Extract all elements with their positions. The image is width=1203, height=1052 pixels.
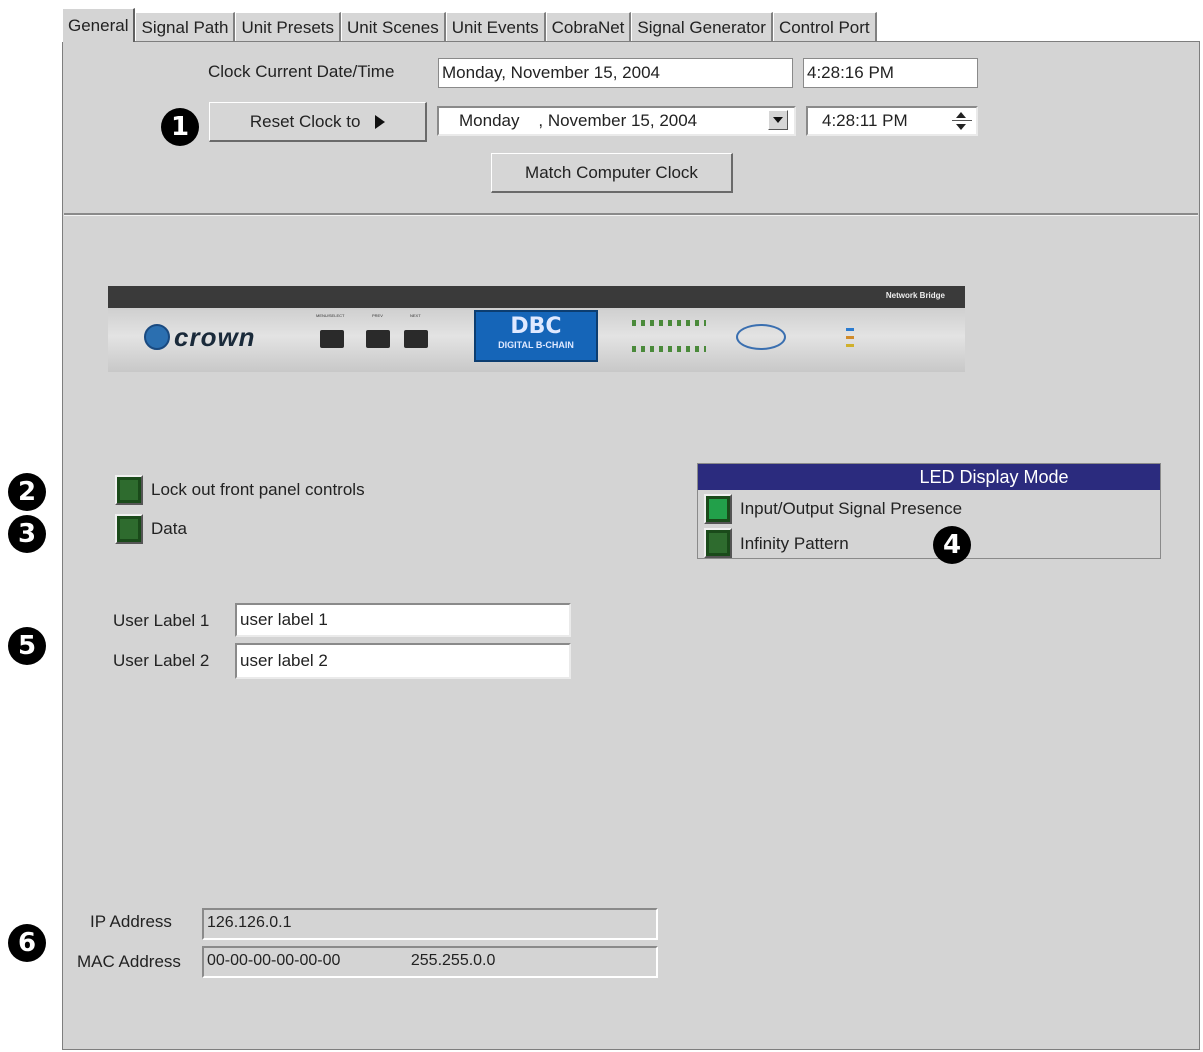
clock-current-label: Clock Current Date/Time — [208, 62, 395, 81]
ip-address-field: 126.126.0.1 — [202, 908, 658, 940]
callout-2: 2 — [8, 473, 46, 511]
tab-unit-scenes[interactable]: Unit Scenes — [341, 12, 446, 42]
led-infinity-pattern-option[interactable] — [704, 528, 732, 558]
status-led-icon — [846, 344, 854, 347]
tab-control-port[interactable]: Control Port — [772, 12, 877, 42]
device-brand: crown — [174, 322, 256, 352]
led-signal-presence-option[interactable] — [704, 494, 732, 524]
led-infinity-pattern-label: Infinity Pattern — [740, 534, 849, 553]
match-computer-clock-button[interactable]: Match Computer Clock — [491, 153, 733, 193]
user-label-2-caption: User Label 2 — [113, 651, 210, 670]
play-arrow-icon — [375, 115, 386, 129]
reset-time-value: 4:28:11 PM — [822, 111, 908, 130]
tab-signal-path[interactable]: Signal Path — [135, 12, 236, 42]
user-label-1-input[interactable]: user label 1 — [235, 603, 571, 637]
data-label: Data — [151, 519, 187, 538]
ddc-logo-icon — [736, 324, 786, 350]
spinner-divider — [952, 120, 972, 121]
user-label-1-caption: User Label 1 — [113, 611, 210, 630]
reset-date-picker[interactable]: Monday , November 15, 2004 — [437, 106, 796, 136]
device-display: DBC DIGITAL B-CHAIN — [474, 310, 598, 362]
led-signal-presence-label: Input/Output Signal Presence — [740, 499, 963, 518]
tab-unit-presets[interactable]: Unit Presets — [235, 12, 342, 42]
current-time-field[interactable]: 4:28:16 PM — [803, 58, 978, 88]
lock-front-panel-label: Lock out front panel controls — [151, 480, 365, 499]
status-led-icon — [846, 328, 854, 331]
device-btn-label-3: NEXT — [410, 313, 421, 318]
device-front-panel: Network Bridge crown MENU/SELECT PREV NE… — [108, 286, 965, 372]
data-checkbox[interactable] — [115, 514, 143, 544]
callout-4: 4 — [933, 526, 971, 564]
status-led-icon — [846, 336, 854, 339]
tab-bar: General Signal Path Unit Presets Unit Sc… — [62, 8, 877, 42]
ip-address-label: IP Address — [90, 912, 172, 931]
callout-3: 3 — [8, 515, 46, 553]
device-btn-label-1: MENU/SELECT — [316, 313, 345, 318]
reset-date-value: Monday , November 15, 2004 — [459, 111, 698, 130]
device-button-icon — [320, 330, 344, 348]
tab-signal-generator[interactable]: Signal Generator — [631, 12, 773, 42]
callout-5: 5 — [8, 627, 46, 665]
callout-6: 6 — [8, 924, 46, 962]
user-label-2-input[interactable]: user label 2 — [235, 643, 571, 679]
spinner-down-icon[interactable] — [956, 124, 966, 130]
chevron-down-icon — [773, 117, 783, 123]
device-display-top: DBC — [510, 314, 562, 339]
mac-address-label: MAC Address — [77, 952, 181, 971]
led-display-mode-title: LED Display Mode — [698, 464, 1160, 490]
led-meter-icon — [632, 320, 706, 326]
device-button-icon — [366, 330, 390, 348]
device-button-icon — [404, 330, 428, 348]
subnet-mask-value: 255.255.0.0 — [410, 952, 496, 969]
mac-address-field: 00-00-00-00-00-00 255.255.0.0 — [202, 946, 658, 978]
reset-clock-button[interactable]: Reset Clock to — [209, 102, 427, 142]
callout-1: 1 — [161, 108, 199, 146]
date-dropdown-button[interactable] — [768, 110, 788, 130]
tab-unit-events[interactable]: Unit Events — [445, 12, 546, 42]
tab-general[interactable]: General — [62, 8, 136, 42]
device-tag: Network Bridge — [885, 291, 945, 300]
reset-clock-label: Reset Clock to — [249, 112, 361, 131]
time-spinner[interactable] — [950, 109, 974, 133]
spinner-up-icon[interactable] — [956, 112, 966, 118]
tab-cobranet[interactable]: CobraNet — [545, 12, 632, 42]
mac-address-value: 00-00-00-00-00-00 — [207, 952, 341, 969]
crown-logo-icon — [144, 324, 170, 350]
led-meter-icon — [632, 346, 706, 352]
device-display-bottom: DIGITAL B-CHAIN — [498, 340, 574, 350]
device-btn-label-2: PREV — [372, 313, 383, 318]
lock-front-panel-checkbox[interactable] — [115, 475, 143, 505]
current-date-field[interactable]: Monday, November 15, 2004 — [438, 58, 793, 88]
